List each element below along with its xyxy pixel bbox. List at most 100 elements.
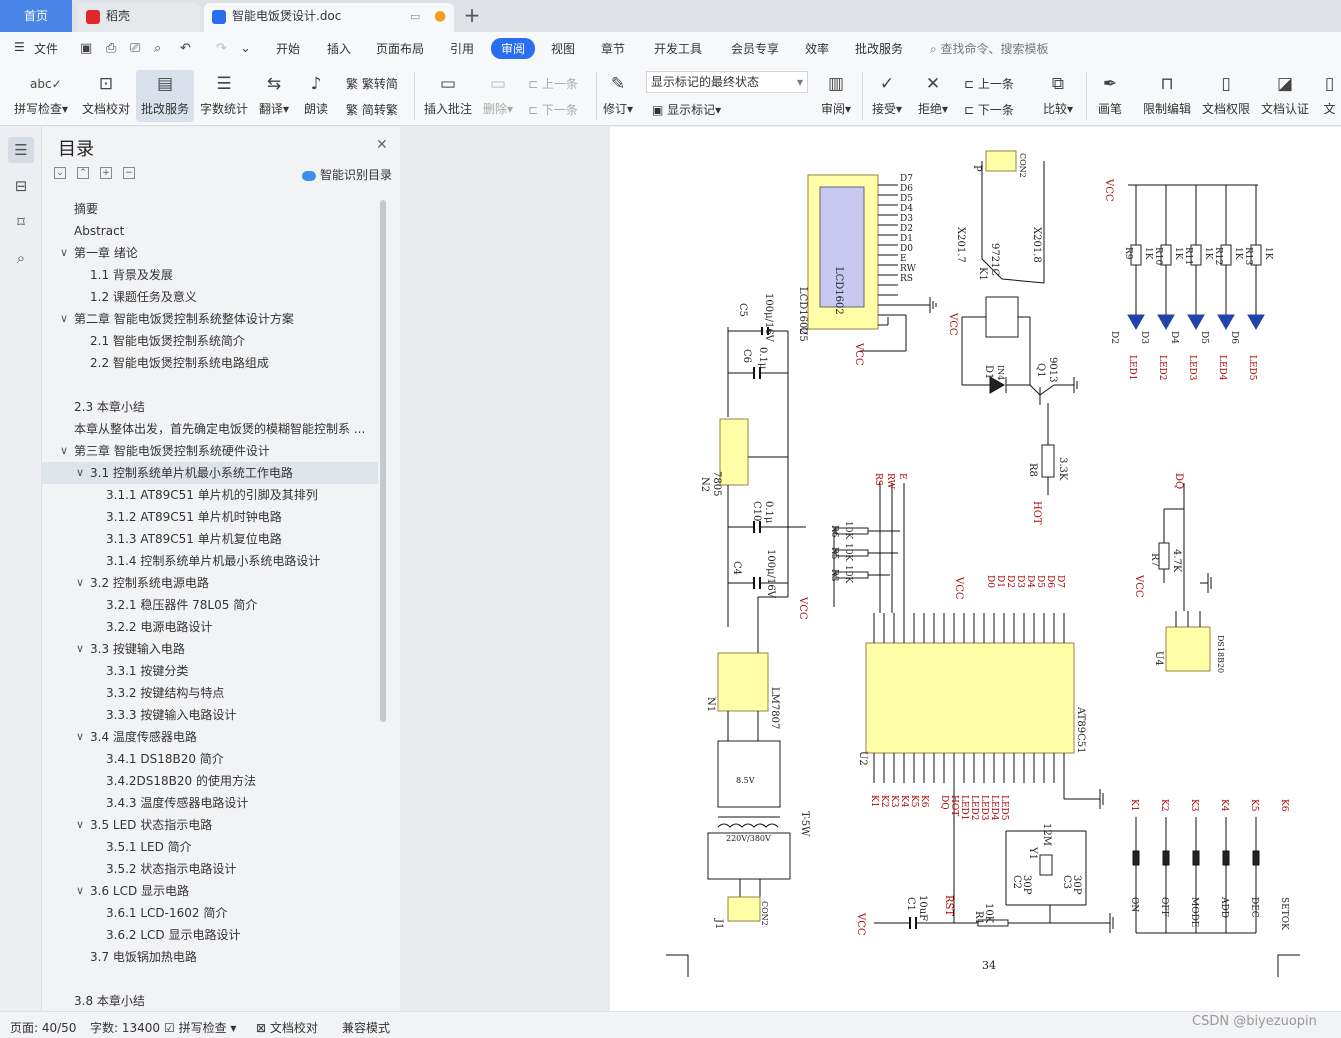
toc-item[interactable]: 3.1.1 AT89C51 单片机的引脚及其排列 xyxy=(42,484,378,506)
toc-item[interactable]: 3.1.3 AT89C51 单片机复位电路 xyxy=(42,528,378,550)
smart-toc-button[interactable]: 智能识别目录 xyxy=(302,166,392,183)
chapter-nav-icon[interactable]: ⊟ xyxy=(8,173,34,199)
save-icon[interactable]: ▣ xyxy=(80,41,92,56)
next-change-button[interactable]: ⊏ 下一条 xyxy=(964,101,1014,118)
toc-item[interactable]: ∨ 3.2 控制系统电源电路 xyxy=(42,572,378,594)
export-icon[interactable]: ⎙ xyxy=(106,41,116,56)
status-proofread[interactable]: ⊠ 文档校对 xyxy=(256,1019,318,1036)
toc-item[interactable]: 本章从整体出发，首先确定电饭煲的模糊智能控制系 ... xyxy=(42,418,378,440)
tab-daoke[interactable]: 稻壳 xyxy=(78,3,200,32)
show-markup-button[interactable]: ▣ 显示标记▾ xyxy=(652,101,721,118)
toc-item[interactable]: ∨ 3.1 控制系统单片机最小系统工作电路 xyxy=(42,462,378,484)
chevron-down-icon[interactable]: ∨ xyxy=(60,440,68,462)
restrict-editing-button[interactable]: ⊓ 限制编辑 xyxy=(1140,70,1194,122)
undo-icon[interactable]: ↶ xyxy=(180,41,191,56)
menu-layout[interactable]: 页面布局 xyxy=(376,40,424,57)
compare-button[interactable]: ⧉ 比较▾ xyxy=(1038,70,1078,122)
menu-correction[interactable]: 批改服务 xyxy=(855,40,903,57)
toc-item[interactable]: Abstract xyxy=(42,220,378,242)
menu-efficiency[interactable]: 效率 xyxy=(805,40,829,57)
read-aloud-button[interactable]: ♪ 朗读 xyxy=(298,70,334,122)
document-page[interactable]: LCD1602 LCD1602 U5 AT89C51 U2 7805 N2 LM… xyxy=(610,127,1341,1011)
print-icon[interactable]: ⎚ xyxy=(130,41,140,56)
menu-member[interactable]: 会员专享 xyxy=(731,40,779,57)
toc-item[interactable]: 3.2.2 电源电路设计 xyxy=(42,616,378,638)
toc-scrollbar[interactable] xyxy=(380,200,386,722)
toc-item[interactable]: 3.4.3 温度传感器电路设计 xyxy=(42,792,378,814)
toc-item[interactable]: 3.1.4 控制系统单片机最小系统电路设计 xyxy=(42,550,378,572)
command-search[interactable]: ⌕ 查找命令、搜索模板 xyxy=(930,40,1049,57)
chevron-down-icon[interactable]: ∨ xyxy=(76,462,84,484)
search-icon[interactable]: ⌕ xyxy=(8,245,34,271)
toc-item[interactable]: 摘要 xyxy=(42,198,378,220)
toc-item[interactable]: ∨ 第二章 智能电饭煲控制系统整体设计方案 xyxy=(42,308,378,330)
prev-change-button[interactable]: ⊏ 上一条 xyxy=(964,75,1014,92)
toc-item[interactable]: 3.3.1 按键分类 xyxy=(42,660,378,682)
toc-item[interactable]: 3.1.2 AT89C51 单片机时钟电路 xyxy=(42,506,378,528)
chevron-down-icon[interactable]: ∨ xyxy=(60,308,68,330)
doc-cert-button[interactable]: ◪ 文档认证 xyxy=(1258,70,1312,122)
toc-item[interactable]: 3.2.1 稳压器件 78L05 简介 xyxy=(42,594,378,616)
status-spell-check[interactable]: ☑ 拼写检查 ▾ xyxy=(164,1019,236,1036)
correction-service-button[interactable]: ▤ 批改服务 xyxy=(136,70,194,122)
word-count[interactable]: 字数: 13400 xyxy=(90,1019,160,1036)
tab-home[interactable]: 首页 xyxy=(0,0,72,32)
toc-item[interactable]: 3.5.2 状态指示电路设计 xyxy=(42,858,378,880)
page-indicator[interactable]: 页面: 40/50 xyxy=(10,1019,76,1036)
word-count-button[interactable]: ☰ 字数统计 xyxy=(198,70,250,122)
toc-item[interactable]: 3.6.2 LCD 显示电路设计 xyxy=(42,924,378,946)
delete-comment-button[interactable]: ▭ 删除▾ xyxy=(480,70,516,122)
insert-comment-button[interactable]: ▭ 插入批注 xyxy=(422,70,474,122)
toc-item[interactable]: 3.8 本章小结 xyxy=(42,990,378,1008)
toc-item[interactable]: ∨ 3.5 LED 状态指示电路 xyxy=(42,814,378,836)
menu-devtools[interactable]: 开发工具 xyxy=(654,40,702,57)
review-pane-button[interactable]: ▥ 审阅▾ xyxy=(816,70,856,122)
more-ribbon-button[interactable]: ▯ 文 xyxy=(1318,70,1341,122)
quick-access-more-icon[interactable]: ⌄ xyxy=(240,41,251,56)
toc-item[interactable]: ∨ 3.3 按键输入电路 xyxy=(42,638,378,660)
expand-all-icon[interactable]: ⌃ xyxy=(77,167,89,179)
collapse-all-icon[interactable]: ⌄ xyxy=(54,167,66,179)
add-heading-icon[interactable]: + xyxy=(100,167,112,179)
toc-item[interactable]: 2.1 智能电饭煲控制系统简介 xyxy=(42,330,378,352)
prev-comment-button[interactable]: ⊏ 上一条 xyxy=(528,75,578,92)
toc-item[interactable]: 3.7 电饭锅加热电路 xyxy=(42,946,378,968)
toc-item[interactable]: 3.6.1 LCD-1602 简介 xyxy=(42,902,378,924)
close-icon[interactable]: ✕ xyxy=(376,137,388,153)
menu-reference[interactable]: 引用 xyxy=(450,40,474,57)
chevron-down-icon[interactable]: ∨ xyxy=(60,242,68,264)
redo-icon[interactable]: ↷ xyxy=(216,41,227,56)
spell-check-button[interactable]: abc✓ 拼写检查▾ xyxy=(8,70,74,122)
toc-item[interactable] xyxy=(42,968,378,990)
track-changes-button[interactable]: ✎ 修订▾ xyxy=(600,70,636,122)
hamburger-icon[interactable]: ☰ xyxy=(14,40,25,54)
simp-to-trad-button[interactable]: 繁 简转繁 xyxy=(346,101,398,118)
new-tab-button[interactable]: + xyxy=(460,3,484,29)
toc-item[interactable]: ∨ 第一章 绪论 xyxy=(42,242,378,264)
chevron-down-icon[interactable]: ∨ xyxy=(76,814,84,836)
toc-item[interactable]: 2.3 本章小结 xyxy=(42,396,378,418)
toc-item[interactable]: 3.5.1 LED 简介 xyxy=(42,836,378,858)
toc-item[interactable]: 3.3.3 按键输入电路设计 xyxy=(42,704,378,726)
next-comment-button[interactable]: ⊏ 下一条 xyxy=(528,101,578,118)
remove-heading-icon[interactable]: − xyxy=(123,167,135,179)
preview-icon[interactable]: ⌕ xyxy=(154,41,161,56)
menu-review[interactable]: 审阅 xyxy=(491,38,536,59)
tab-document[interactable]: 智能电饭煲设计.doc ▭ ● xyxy=(204,3,454,32)
menu-chapter[interactable]: 章节 xyxy=(601,40,625,57)
translate-button[interactable]: ⇆ 翻译▾ xyxy=(256,70,292,122)
toc-item[interactable]: 3.4.2DS18B20 的使用方法 xyxy=(42,770,378,792)
menu-insert[interactable]: 插入 xyxy=(327,40,351,57)
chevron-down-icon[interactable]: ∨ xyxy=(76,880,84,902)
menu-file[interactable]: 文件 xyxy=(34,40,58,57)
bookmark-icon[interactable]: ⌑ xyxy=(8,209,34,235)
toc-item[interactable]: 3.3.2 按键结构与特点 xyxy=(42,682,378,704)
toc-item[interactable]: 3.4.1 DS18B20 简介 xyxy=(42,748,378,770)
monitor-icon[interactable]: ▭ xyxy=(410,3,420,30)
chevron-down-icon[interactable]: ∨ xyxy=(76,638,84,660)
markup-state-select[interactable]: 显示标记的最终状态 ▾ xyxy=(646,71,808,93)
pen-button[interactable]: ✒ 画笔 xyxy=(1092,70,1128,122)
toc-panel-icon[interactable]: ☰ xyxy=(8,137,34,163)
accept-button[interactable]: ✓ 接受▾ xyxy=(868,70,906,122)
menu-view[interactable]: 视图 xyxy=(551,40,575,57)
